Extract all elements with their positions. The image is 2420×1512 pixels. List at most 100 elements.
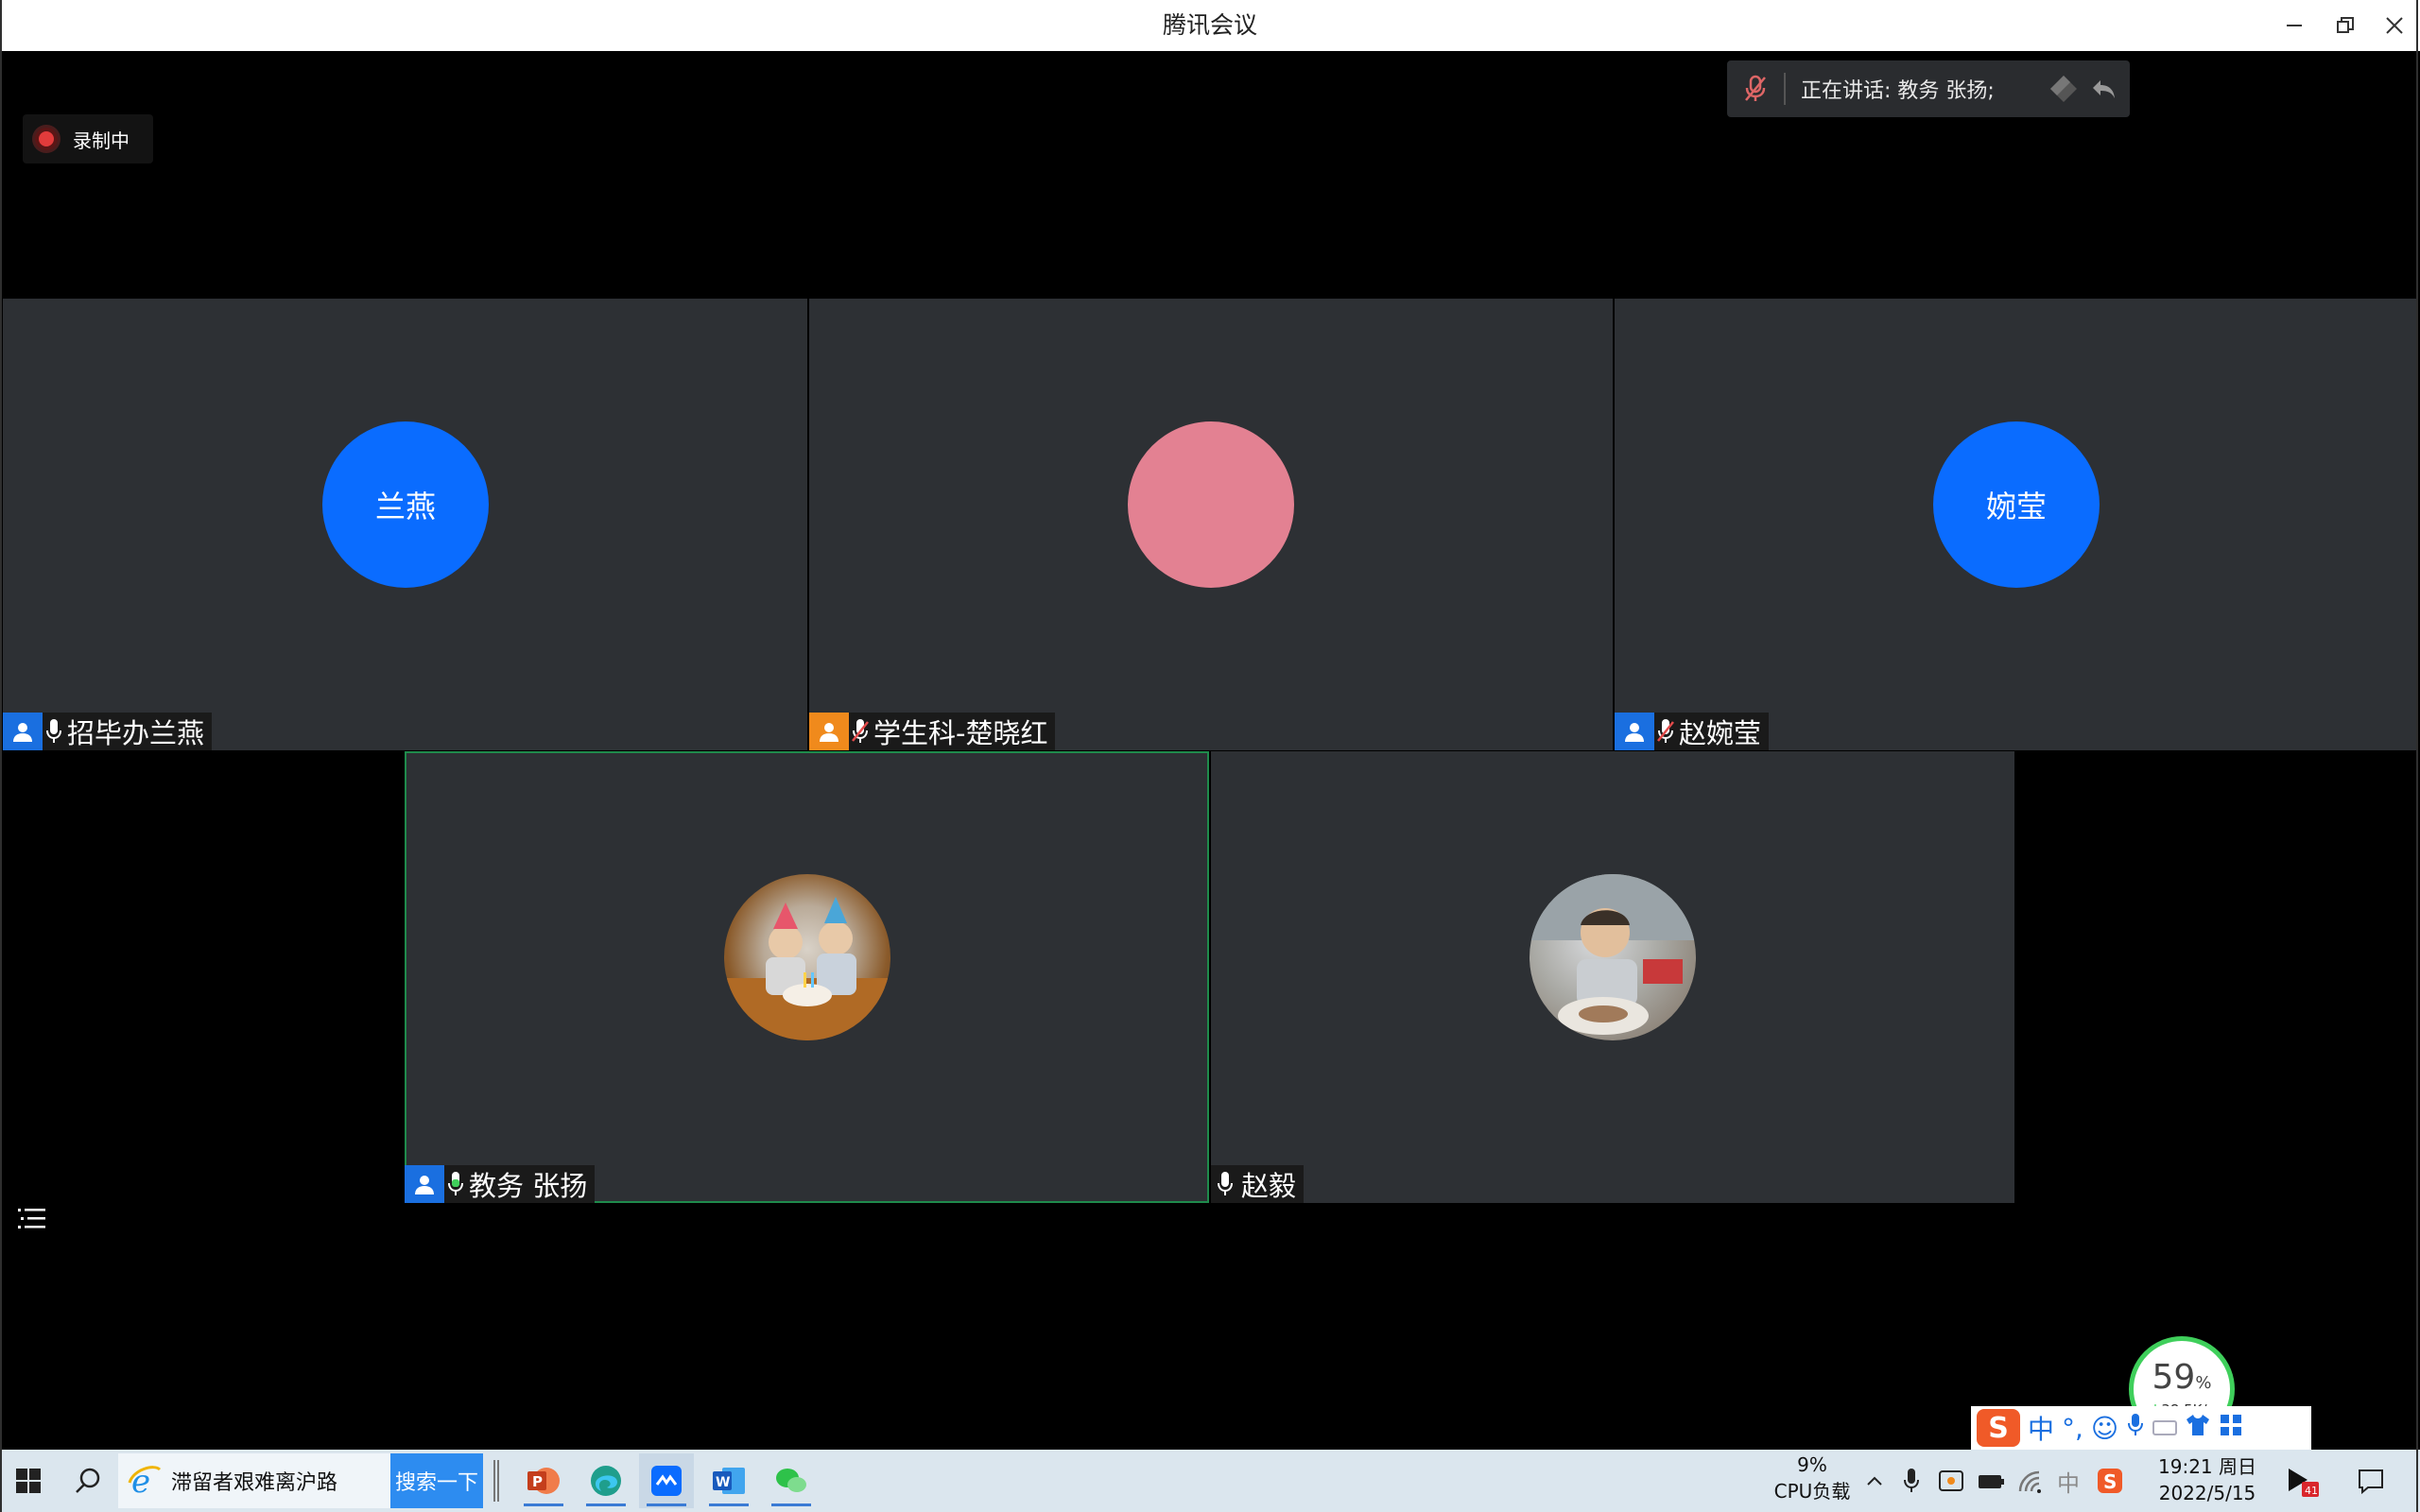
tray-sogou[interactable]: S [2091,1450,2129,1512]
user-icon [1615,713,1654,750]
voice-input-icon[interactable] [2126,1412,2145,1445]
search-query: 滞留者艰难离沪路 [171,1471,338,1495]
start-button[interactable] [0,1450,57,1512]
exit-fullscreen-icon[interactable] [2084,70,2122,108]
restore-button[interactable] [2322,0,2369,51]
show-hidden-icons-button[interactable] [1860,1450,1889,1512]
muted-mic-icon[interactable] [1727,60,1784,117]
list-icon [18,1209,45,1228]
ie-browser-icon: e [128,1463,162,1500]
mic-icon [1211,1165,1239,1203]
mic-speaking-icon [444,1165,467,1203]
video-tile[interactable]: 赵毅 [1211,751,2014,1203]
kids-birthday-cake-photo [724,897,890,1040]
video-tile-active-speaker[interactable]: 教务 张扬 [405,751,1209,1203]
mic-muted-icon [1654,713,1677,750]
avatar [1128,421,1294,588]
avatar: 婉莹 [1933,421,2100,588]
tray-ime[interactable]: 中 [2049,1450,2087,1512]
taskbar-grip [493,1450,499,1512]
participant-name: 赵毅 [1241,1170,1297,1202]
window-border [0,0,2418,1512]
notification-icon [2359,1469,2383,1494]
participant-name: 教务 张扬 [469,1170,588,1202]
skin-shirt-icon[interactable] [2185,1413,2211,1444]
edge-icon [591,1466,621,1496]
mic-muted-icon [849,713,872,750]
memory-percent: 59 [2152,1358,2196,1397]
video-tile[interactable]: 婉莹 赵婉莹 [1615,299,2418,750]
wechat-icon [776,1469,806,1492]
layout-icon[interactable] [2045,70,2083,108]
recording-indicator[interactable]: 录制中 [23,114,153,163]
wifi-icon [2018,1470,2041,1493]
ime-toolbar: S 中 °, ☺ [1971,1406,2311,1450]
microphone-icon [1904,1469,1919,1492]
record-dot-icon [35,128,58,150]
system-clock[interactable]: 19:21 周日 2022/5/15 [2148,1453,2267,1506]
chevron-up-icon [1867,1476,1882,1486]
search-icon [76,1468,100,1493]
edge-app[interactable] [579,1453,633,1508]
video-tile[interactable]: 学生科-楚晓红 [809,299,1613,750]
cpu-label: CPU负载 [1773,1480,1851,1503]
tray-app[interactable] [1932,1450,1970,1512]
battery-icon [1979,1475,2004,1488]
participant-name-tag: 赵毅 [1211,1165,1305,1203]
participant-name-tag: 教务 张扬 [405,1165,596,1203]
tencent-meeting-app[interactable] [639,1453,694,1508]
close-button[interactable] [2371,0,2418,51]
keyboard-icon[interactable] [2152,1413,2178,1444]
notification-badge: 41 [2305,1485,2318,1497]
video-tile[interactable]: 兰燕 招毕办兰燕 [3,299,807,750]
participant-name-tag: 招毕办兰燕 [3,713,213,750]
cpu-load-widget[interactable]: 9% CPU负载 [1760,1452,1864,1504]
powerpoint-app[interactable]: P [516,1453,571,1508]
ime-punctuation[interactable]: °, [2062,1413,2083,1444]
avatar-photo [1530,874,1696,1040]
child-eating-photo [1530,874,1696,1035]
title-bar: 腾讯会议 [0,0,2420,51]
svg-text:W: W [716,1475,730,1490]
divider [1784,73,1786,105]
wechat-app[interactable] [764,1453,819,1508]
participant-list-button[interactable] [13,1200,51,1238]
percent-sign: % [2195,1373,2212,1393]
word-icon: W [713,1468,745,1494]
emoji-icon[interactable]: ☺ [2091,1413,2118,1444]
tray-media[interactable]: 41 [2278,1450,2325,1512]
recording-label: 录制中 [73,129,130,152]
svg-text:P: P [532,1473,543,1490]
user-icon [405,1165,444,1203]
restore-icon [2337,17,2354,33]
minimize-button[interactable] [2271,0,2318,51]
participant-name-tag: 学生科-楚晓红 [809,713,1056,750]
mic-icon [43,713,65,750]
sogou-logo-icon[interactable]: S [1977,1409,2020,1447]
tray-battery[interactable] [1972,1450,2010,1512]
tencent-meeting-icon [651,1466,682,1496]
speaking-text: 正在讲话: 教务 张扬; [1801,79,1995,103]
close-icon [2386,17,2403,34]
tray-wifi[interactable] [2012,1450,2049,1512]
tray-microphone[interactable] [1893,1450,1930,1512]
search-submit-button[interactable]: 搜索一下 [390,1453,483,1508]
tray-app-icon [1939,1470,1963,1491]
participant-name: 赵婉莹 [1679,717,1762,749]
participant-name: 招毕办兰燕 [67,717,205,749]
toolbox-grid-icon[interactable] [2219,1413,2243,1444]
avatar-photo [724,874,890,1040]
web-search-box[interactable]: e 滞留者艰难离沪路 [118,1453,390,1508]
user-icon [3,713,43,750]
taskbar: e 滞留者艰难离沪路 搜索一下 P W 9% CPU负载 中 S 19:21 周… [0,1450,2420,1512]
search-button[interactable] [60,1450,115,1512]
action-center-button[interactable] [2342,1450,2399,1512]
sogou-icon: S [2098,1469,2122,1493]
clock-time: 19:21 周日 [2158,1455,2256,1478]
window-title: 腾讯会议 [1162,11,1257,39]
powerpoint-icon: P [527,1468,560,1494]
avatar: 兰燕 [322,421,489,588]
ime-mode[interactable]: 中 [2028,1409,2054,1447]
participant-name-tag: 赵婉莹 [1615,713,1770,750]
word-app[interactable]: W [701,1453,756,1508]
